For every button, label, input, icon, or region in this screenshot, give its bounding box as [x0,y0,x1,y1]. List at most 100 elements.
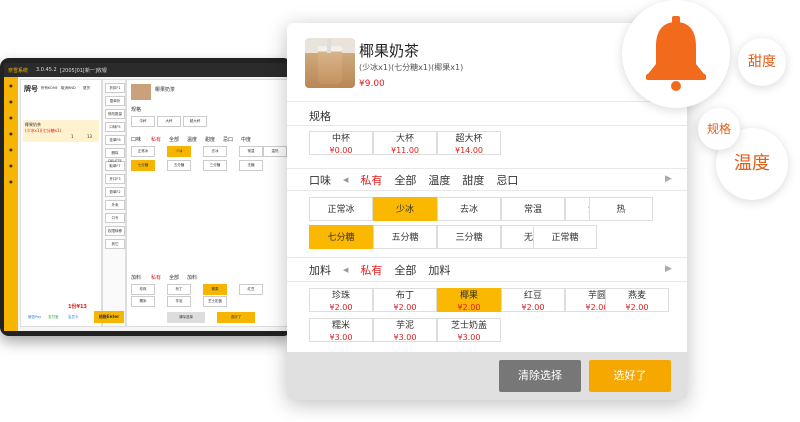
pos-add-tab-3[interactable]: 全部 [169,274,179,281]
arrow-left-icon[interactable]: ◀ [343,266,348,274]
flavor-option[interactable]: 五分糖 [373,225,437,249]
clear-selection-button[interactable]: 清除选择 [499,360,581,392]
pos-spec-chip-3[interactable]: 超大杯 [183,116,207,127]
nav-icon-2[interactable]: ● [4,95,18,109]
arrow-left-icon[interactable]: ◀ [343,176,348,184]
pos-list-tab-2[interactable]: 取消RND [61,86,76,91]
toppings-tab-private[interactable]: 私有 [360,262,382,278]
pos-fn-btn-8[interactable]: 开口F3 [105,174,125,184]
pos-fn-btn-12[interactable]: 权限转移 [105,226,125,236]
pos-flavor-chip-6[interactable]: 七分糖 [131,160,155,171]
pos-add-tab-4[interactable]: 加料 [187,274,197,281]
pos-flavor-tab-3[interactable]: 全部 [169,136,179,143]
pos-fn-btn-3[interactable]: 修改数量 [105,109,125,119]
pos-flavor-tab-7[interactable]: 中度 [241,136,251,143]
flavor-option[interactable]: 常温 [501,197,565,221]
pos-add-chip-6[interactable]: 芋泥 [167,296,191,307]
pos-list-header: 牌号 [24,85,38,93]
topping-option[interactable]: 布丁 ¥2.00 [373,288,437,312]
flavor-tab-avoid[interactable]: 忌口 [496,172,518,188]
pos-flavor-chip-2[interactable]: 少冰 [167,146,191,157]
pos-add-tab-1[interactable]: 加料 [131,274,141,281]
product-options: (少冰x1)(七分糖x1)(椰果x1) [359,63,464,72]
pos-fn-btn-6[interactable]: 删除DELETE [105,148,125,163]
nav-icon-4[interactable]: ● [4,127,18,141]
pos-add-chip-1[interactable]: 珍珠 [131,284,155,295]
flavor-option[interactable]: 去冰 [437,197,501,221]
pos-checkout-button[interactable]: 结账Enter [94,311,124,323]
pos-add-chip-7[interactable]: 芝士奶盖 [203,296,227,307]
pos-function-buttons: 折扣F1 整单折 修改数量 口味F5 挂单F6 删除DELETE 取单F7 开口… [102,79,126,327]
flavor-option[interactable]: 正常冰 [309,197,373,221]
topping-option[interactable]: 椰果 ¥2.00 [437,288,501,312]
pos-add-chip-3[interactable]: 椰果 [203,284,227,295]
nav-icon-3[interactable]: ● [4,111,18,125]
pos-flavor-chip-7[interactable]: 五分糖 [167,160,191,171]
nav-icon-7[interactable]: ● [4,175,18,189]
pos-ok-button[interactable]: 选好了 [217,312,255,323]
pos-topbar: 奈雪系统 3.0.45.2 [2005]01[新一]收银 [4,63,288,77]
topping-option[interactable]: 珍珠 ¥2.00 [309,288,373,312]
toppings-tab-toppings[interactable]: 加料 [428,262,450,278]
flavor-tab-private[interactable]: 私有 [360,172,382,188]
product-name: 椰果奶茶 [359,42,420,60]
pos-add-tab-2[interactable]: 私有 [151,274,161,281]
arrow-right-icon[interactable]: ▶ [665,174,672,184]
topping-option[interactable]: 糯米 ¥3.00 [309,318,373,342]
pos-fn-btn-4[interactable]: 口味F5 [105,122,125,132]
pos-fn-btn-11[interactable]: 口令 [105,213,125,223]
nav-icon-5[interactable]: ● [4,143,18,157]
arrow-right-icon[interactable]: ▶ [665,264,672,274]
pos-flavor-chip-9[interactable]: 无糖 [239,160,263,171]
flavor-tab-sweetness[interactable]: 甜度 [462,172,484,188]
flavor-tab-temperature[interactable]: 温度 [428,172,450,188]
pos-flavor-tab-1[interactable]: 口味 [131,136,141,143]
pos-flavor-chip-1[interactable]: 正常冰 [131,146,155,157]
pos-flavor-chip-4[interactable]: 常温 [239,146,263,157]
topping-option[interactable]: 红豆 ¥2.00 [501,288,565,312]
flavor-option[interactable]: 热 [589,197,653,221]
pos-fn-btn-9[interactable]: 退单F2 [105,187,125,197]
pos-fn-btn-1[interactable]: 折扣F1 [105,83,125,93]
pos-fn-btn-13[interactable]: 其它 [105,239,125,249]
pos-flavor-tab-6[interactable]: 忌口 [223,136,233,143]
topping-option[interactable]: 燕麦 ¥2.00 [605,288,669,312]
spec-option[interactable]: 大杯 ¥11.00 [373,131,437,155]
pos-pay-member[interactable]: 会员卡 [68,315,79,320]
pos-pay-wechat[interactable]: 微信Pay [28,315,41,320]
pos-flavor-tab-4[interactable]: 温度 [187,136,197,143]
flavor-option[interactable]: 三分糖 [437,225,501,249]
nav-icon-1[interactable]: ● [4,79,18,93]
confirm-button[interactable]: 选好了 [589,360,671,392]
pos-flavor-chip-8[interactable]: 三分糖 [203,160,227,171]
pos-fn-btn-10[interactable]: 外卖 [105,200,125,210]
pos-fn-btn-2[interactable]: 整单折 [105,96,125,106]
pos-flavor-tab-2[interactable]: 私有 [151,136,161,143]
pos-list-tab-1[interactable]: 所有KOHE [41,86,58,91]
pos-flavor-tab-5[interactable]: 甜度 [205,136,215,143]
flavor-tab-all[interactable]: 全部 [394,172,416,188]
pos-add-chip-4[interactable]: 红豆 [239,284,263,295]
pos-version: 3.0.45.2 [36,67,57,73]
pos-add-chip-2[interactable]: 布丁 [167,284,191,295]
spec-option[interactable]: 中杯 ¥0.00 [309,131,373,155]
pos-spec-chip-2[interactable]: 大杯 [157,116,181,127]
pos-fn-btn-5[interactable]: 挂单F6 [105,135,125,145]
pos-add-chip-5[interactable]: 糯米 [131,296,155,307]
topping-option[interactable]: 芋泥 ¥3.00 [373,318,437,342]
pos-pay-alipay[interactable]: 支付宝 [48,315,59,320]
toppings-tab-all[interactable]: 全部 [394,262,416,278]
pos-clear-button[interactable]: 清除选择 [167,312,205,323]
topping-option[interactable]: 芝士奶盖 ¥3.00 [437,318,501,342]
pos-list-tab-3[interactable]: 退货 [83,86,90,91]
spec-option[interactable]: 超大杯 ¥14.00 [437,131,501,155]
nav-icon-6[interactable]: ● [4,159,18,173]
pos-flavor-chip-5[interactable]: 温热 [263,146,287,157]
divider [287,257,687,258]
pos-side-nav[interactable]: ● ● ● ● ● ● ● [4,77,18,331]
pos-flavor-chip-3[interactable]: 去冰 [203,146,227,157]
pos-spec-chip-1[interactable]: 中杯 [131,116,155,127]
flavor-option[interactable]: 正常糖 [533,225,597,249]
flavor-option[interactable]: 七分糖 [309,225,373,249]
flavor-option[interactable]: 少冰 [373,197,437,221]
